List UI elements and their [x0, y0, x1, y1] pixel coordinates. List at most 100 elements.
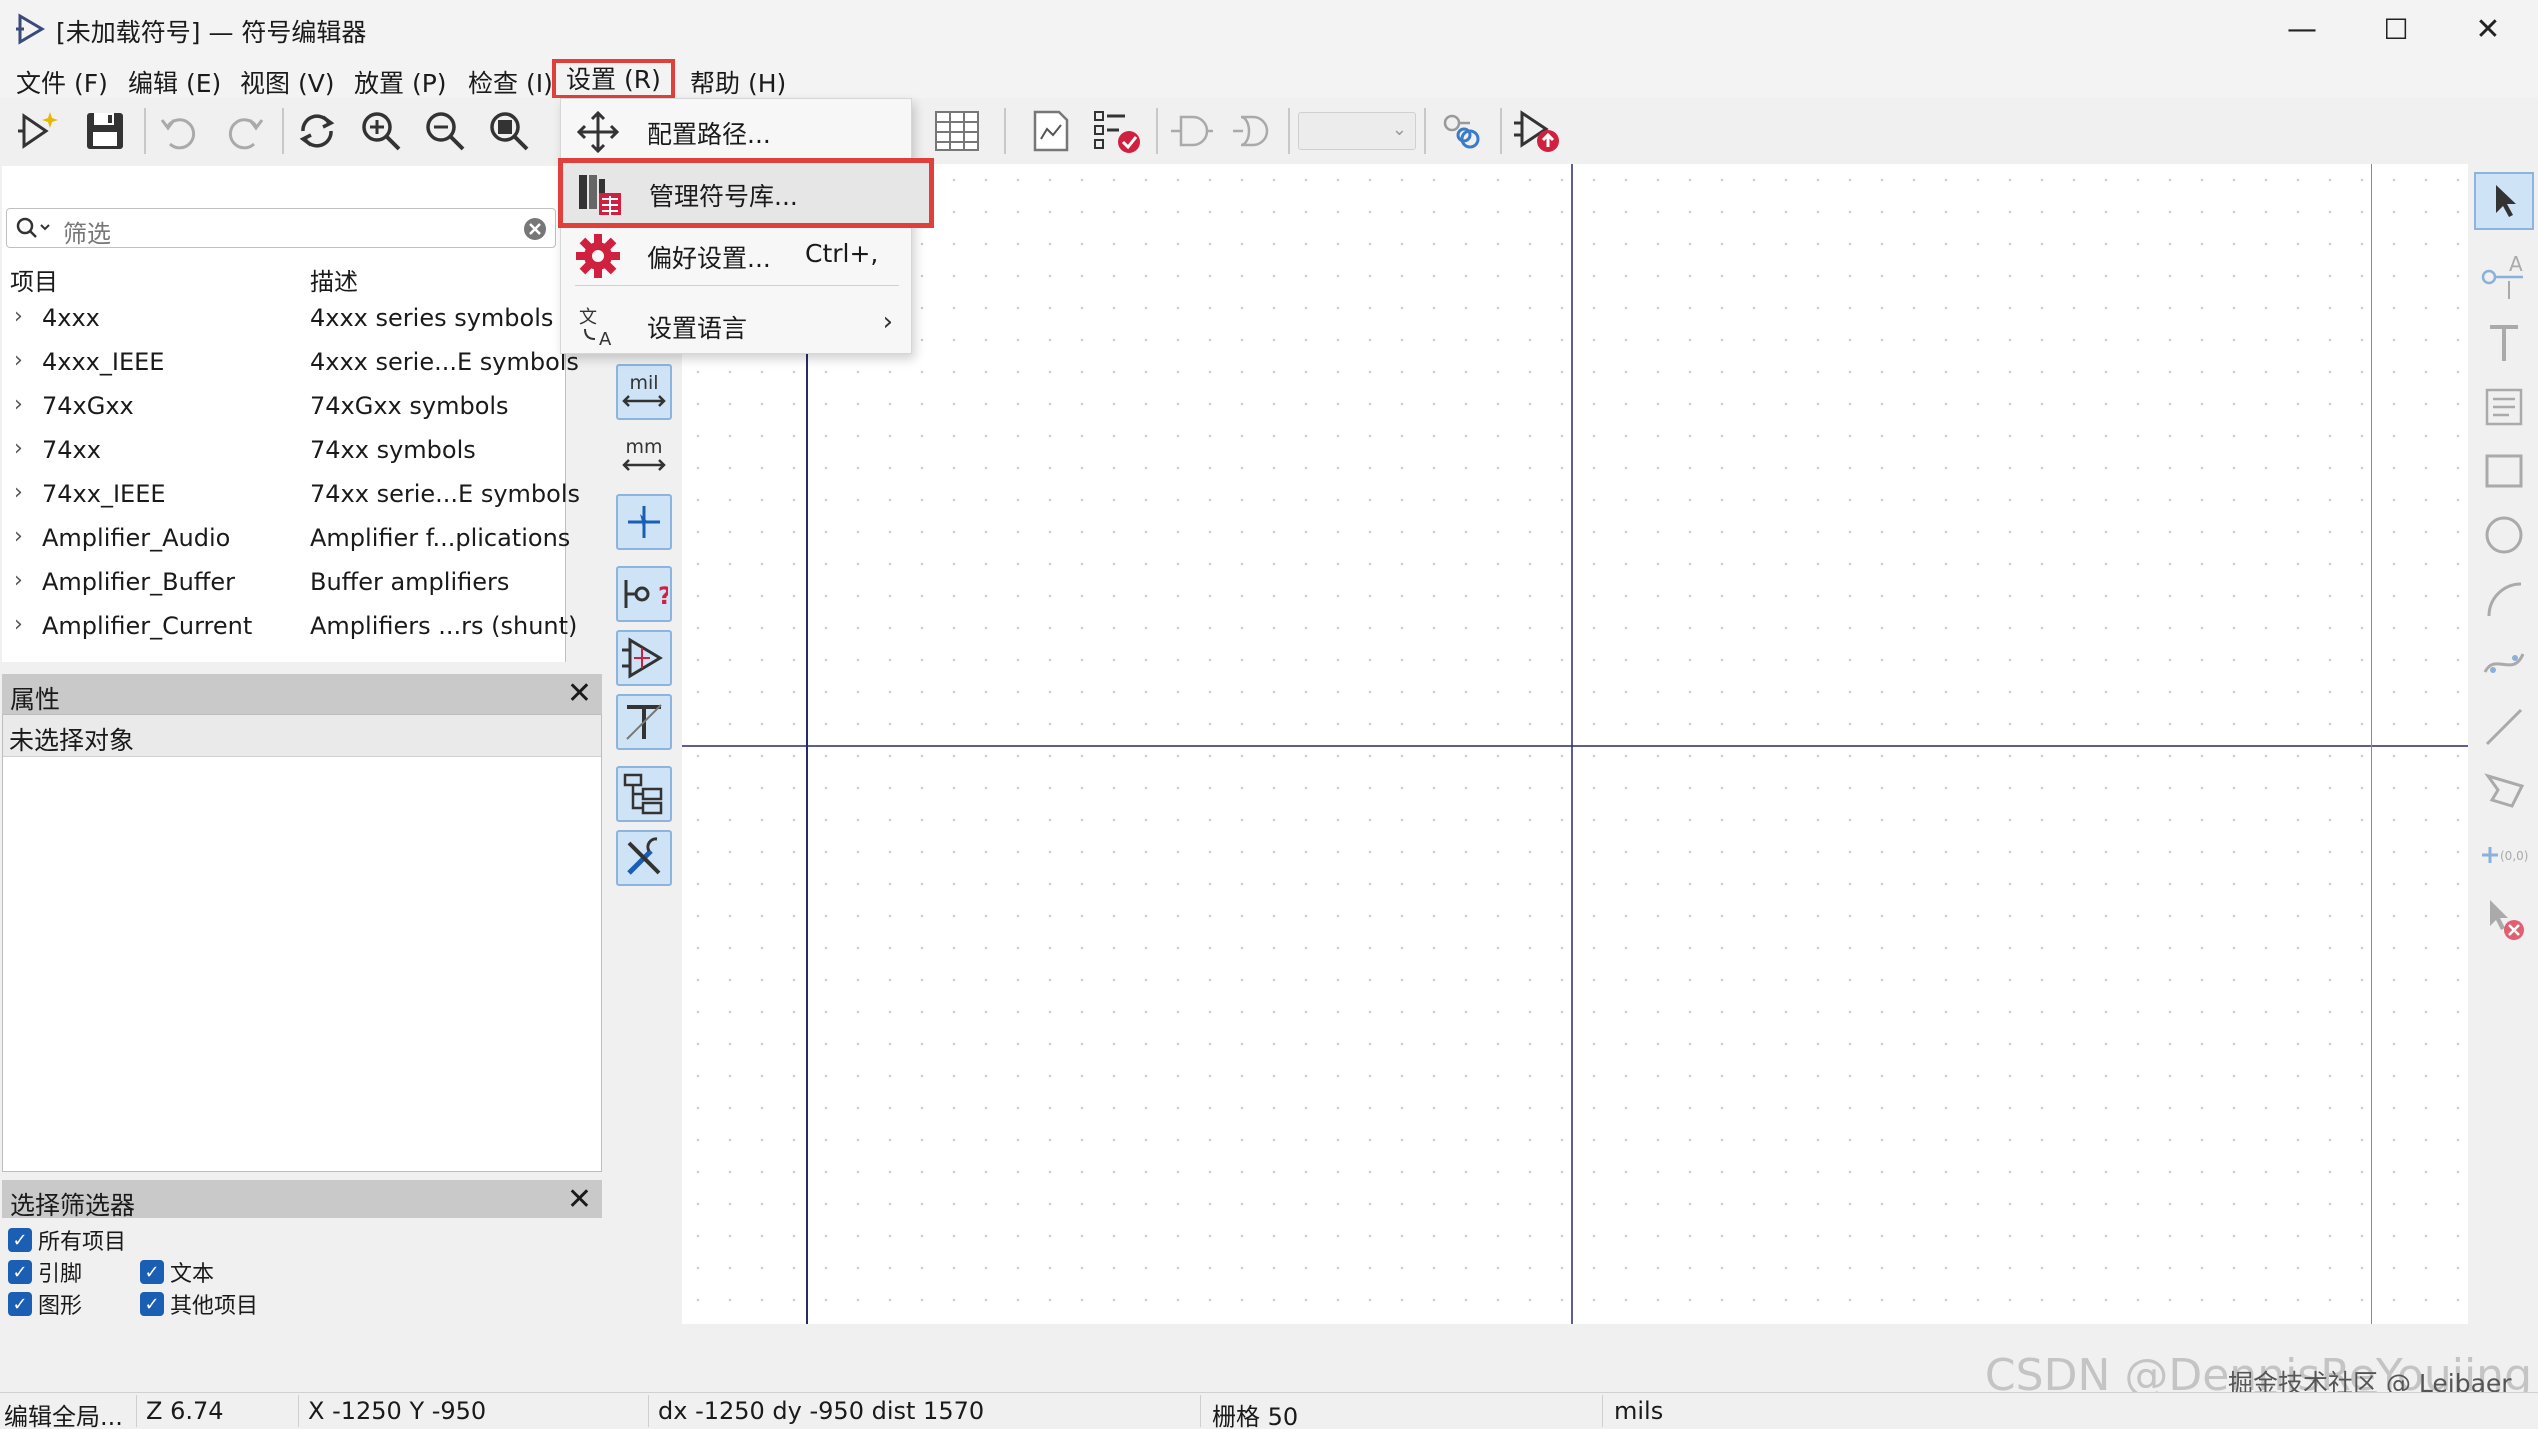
menu-preferences[interactable]: 设置 (R) [552, 59, 675, 99]
chevron-right-icon[interactable]: › [14, 612, 23, 637]
library-row[interactable]: › Amplifier_Audio Amplifier f...plications [2, 516, 570, 560]
library-row[interactable]: › 74xx 74xx symbols [2, 428, 566, 472]
chevron-right-icon[interactable]: › [14, 436, 23, 461]
chevron-right-icon[interactable]: › [14, 568, 23, 593]
update-symbol-icon[interactable] [1510, 104, 1564, 158]
chevron-right-icon[interactable]: › [14, 480, 23, 505]
close-selection-filter-icon[interactable]: ✕ [567, 1182, 592, 1217]
toolbar-separator [1424, 108, 1426, 154]
svg-text:文: 文 [579, 307, 597, 328]
anchor-icon[interactable]: (0,0) [2474, 826, 2534, 884]
menu-separator [575, 285, 899, 286]
library-description: 74xx serie...E symbols [310, 480, 580, 508]
library-row[interactable]: › Amplifier_Buffer Buffer amplifiers [2, 560, 566, 604]
add-line-icon[interactable] [2474, 698, 2534, 756]
library-row[interactable]: › 4xxx 4xxx series symbols [2, 296, 566, 340]
menu-manage-symbol-libraries[interactable]: 管理符号库... [558, 158, 934, 228]
close-properties-icon[interactable]: ✕ [567, 676, 592, 711]
main-toolbar: ⌄ [0, 98, 2538, 164]
hierarchy-navigator-icon[interactable] [616, 766, 672, 822]
chevron-right-icon[interactable]: › [14, 524, 23, 549]
delete-tool-icon[interactable] [2474, 890, 2534, 948]
unit-de-morgan-icon[interactable] [1164, 104, 1218, 158]
properties-manager-icon[interactable] [616, 830, 672, 886]
menu-view[interactable]: 视图 (V) [228, 62, 347, 98]
library-row[interactable]: › 4xxx_IEEE 4xxx serie...E symbols [2, 340, 579, 384]
check-icon[interactable] [1090, 104, 1144, 158]
show-hidden-fields-icon[interactable] [616, 694, 672, 750]
datasheet-icon[interactable] [1024, 104, 1078, 158]
add-circle-icon[interactable] [2474, 506, 2534, 564]
add-rectangle-icon[interactable] [2474, 442, 2534, 500]
pin-linked-icon[interactable] [1436, 104, 1490, 158]
right-drawing-toolbar: A (0,0) [2468, 164, 2538, 1324]
menu-set-language[interactable]: 文A 设置语言 › [561, 295, 913, 355]
status-grid: 栅格 50 [1212, 1403, 1299, 1429]
set-language-label: 设置语言 [647, 314, 748, 343]
show-pin-electrical-type-icon[interactable]: ? [616, 566, 672, 622]
add-arc-icon[interactable] [2474, 570, 2534, 628]
menu-inspect[interactable]: 检查 (I) [456, 62, 565, 98]
filter-all-checkbox[interactable]: ✓ 所有项目 [8, 1226, 126, 1255]
status-separator [298, 1395, 299, 1427]
symbol-editor-app-icon [16, 13, 45, 45]
units-mil-button[interactable]: mil [616, 364, 672, 420]
library-name: 4xxx [42, 304, 100, 332]
menu-file[interactable]: 文件 (F) [4, 62, 120, 98]
selection-filter-title: 选择筛选器 [10, 1191, 136, 1220]
filter-text-checkbox[interactable]: ✓ 文本 [140, 1258, 214, 1287]
pin-table-icon[interactable] [930, 104, 984, 158]
filter-placeholder: 筛选 [63, 220, 111, 248]
library-name: 4xxx_IEEE [42, 348, 165, 376]
add-text-icon[interactable] [2474, 314, 2534, 372]
checkmark-icon: ✓ [140, 1292, 164, 1316]
clear-filter-icon[interactable] [523, 217, 547, 241]
checkmark-icon: ✓ [8, 1260, 32, 1284]
chevron-right-icon[interactable]: › [14, 348, 23, 373]
column-description[interactable]: 描述 [310, 262, 358, 297]
zoom-fit-icon[interactable] [482, 104, 536, 158]
maximize-button[interactable]: ☐ [2350, 0, 2442, 58]
minimize-button[interactable]: — [2256, 0, 2348, 58]
pointer-icon[interactable] [2474, 172, 2534, 230]
undo-icon[interactable] [152, 104, 206, 158]
menu-configure-paths[interactable]: 配置路径... [561, 101, 913, 161]
library-filter-input[interactable]: 筛选 [6, 208, 556, 248]
cursor-crosshair-icon[interactable] [616, 494, 672, 550]
alternate-body-icon[interactable] [1226, 104, 1280, 158]
unit-select-combo[interactable]: ⌄ [1298, 112, 1416, 150]
status-bar: 编辑全局... Z 6.74 X -1250 Y -950 dx -1250 d… [0, 1392, 2538, 1429]
filter-graphics-checkbox[interactable]: ✓ 图形 [8, 1290, 82, 1319]
status-mode: 编辑全局... [4, 1403, 123, 1429]
close-window-button[interactable]: ✕ [2442, 0, 2534, 58]
library-description: 4xxx series symbols [310, 304, 554, 332]
library-row[interactable]: › 74xx_IEEE 74xx serie...E symbols [2, 472, 580, 516]
library-row[interactable]: › Amplifier_Current Amplifiers ...rs (shun… [2, 604, 577, 648]
units-mm-button[interactable]: mm [616, 428, 672, 484]
zoom-out-icon[interactable] [418, 104, 472, 158]
filter-other-checkbox[interactable]: ✓ 其他项目 [140, 1290, 258, 1319]
add-polygon-icon[interactable] [2474, 762, 2534, 820]
library-description: Buffer amplifiers [310, 568, 510, 596]
chevron-right-icon[interactable]: › [14, 304, 23, 329]
redo-icon[interactable] [218, 104, 272, 158]
new-symbol-icon[interactable] [12, 104, 66, 158]
chevron-right-icon[interactable]: › [14, 392, 23, 417]
add-bezier-icon[interactable] [2474, 634, 2534, 692]
library-name: Amplifier_Audio [42, 524, 231, 552]
library-row[interactable]: › 74xGxx 74xGxx symbols [2, 384, 566, 428]
add-pin-icon[interactable]: A [2474, 248, 2534, 306]
menu-place[interactable]: 放置 (P) [342, 62, 459, 98]
show-hidden-pins-icon[interactable] [616, 630, 672, 686]
menu-preferences-item[interactable]: 偏好设置... Ctrl+, [561, 225, 913, 285]
refresh-icon[interactable] [290, 104, 344, 158]
filter-pins-checkbox[interactable]: ✓ 引脚 [8, 1258, 82, 1287]
manage-libraries-label: 管理符号库... [649, 182, 798, 211]
add-textbox-icon[interactable] [2474, 378, 2534, 436]
save-icon[interactable] [78, 104, 132, 158]
page-border [806, 164, 2372, 1324]
column-item[interactable]: 项目 [10, 262, 58, 297]
zoom-in-icon[interactable] [354, 104, 408, 158]
menu-edit[interactable]: 编辑 (E) [116, 62, 233, 98]
menu-help[interactable]: 帮助 (H) [678, 62, 798, 98]
